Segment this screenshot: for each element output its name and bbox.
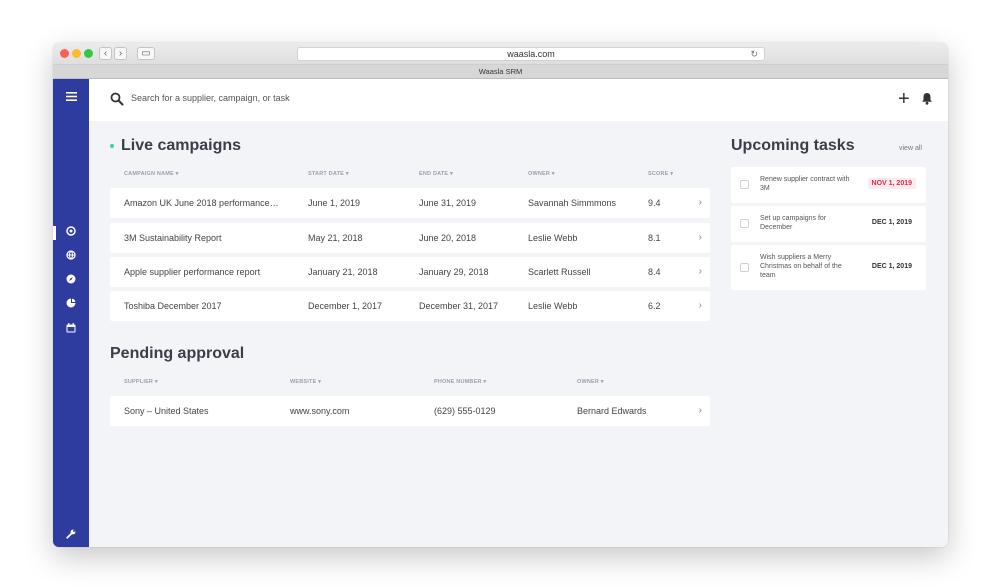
chevron-right-icon[interactable]: › (699, 405, 702, 416)
add-icon[interactable]: + (898, 89, 912, 109)
forward-icon[interactable]: › (114, 47, 127, 60)
campaign-name: Amazon UK June 2018 performance… (124, 198, 279, 208)
end-date: December 31, 2017 (419, 301, 499, 311)
search-input[interactable]: Search for a supplier, campaign, or task (131, 93, 290, 103)
minimize-dot[interactable] (72, 49, 81, 58)
task-item[interactable]: Renew supplier contract with 3M NOV 1, 2… (731, 167, 926, 203)
owner: Leslie Webb (528, 301, 578, 311)
task-text: Set up campaigns for December (760, 215, 827, 231)
task-due-date: NOV 1, 2019 (867, 178, 916, 189)
chevron-right-icon[interactable]: › (699, 232, 702, 243)
owner: Savannah Simmmons (528, 198, 617, 208)
start-date: December 1, 2017 (308, 301, 383, 311)
score: 6.2 (648, 301, 661, 311)
top-bar: Search for a supplier, campaign, or task… (89, 79, 948, 121)
browser-titlebar: ‹ › ▭ waasla.com ↻ (53, 43, 948, 65)
owner: Scarlett Russell (528, 267, 591, 277)
phone-number: (629) 555-0129 (434, 406, 496, 416)
live-indicator (110, 144, 114, 148)
app-sidebar (53, 79, 89, 547)
wrench-icon[interactable] (63, 528, 79, 544)
task-checkbox[interactable] (740, 219, 749, 228)
table-row[interactable]: Amazon UK June 2018 performance… June 1,… (110, 188, 710, 218)
bell-icon[interactable] (921, 92, 935, 106)
menu-icon[interactable] (63, 90, 79, 106)
chevron-right-icon[interactable]: › (699, 266, 702, 277)
end-date: June 31, 2019 (419, 198, 477, 208)
task-due-date: DEC 1, 2019 (871, 263, 912, 270)
end-date: January 29, 2018 (419, 267, 489, 277)
pending-approval-title: Pending approval (110, 345, 245, 362)
active-indicator (53, 226, 56, 240)
supplier: Sony – United States (124, 406, 209, 416)
address-bar[interactable]: waasla.com ↻ (297, 47, 765, 61)
score: 8.1 (648, 233, 661, 243)
column-header-end-date[interactable]: END DATE ▾ (419, 171, 453, 177)
task-text: Renew supplier contract with 3M (760, 176, 850, 192)
table-row[interactable]: Toshiba December 2017 December 1, 2017 D… (110, 291, 710, 321)
table-row[interactable]: 3M Sustainability Report May 21, 2018 Ju… (110, 223, 710, 253)
task-item[interactable]: Set up campaigns for December DEC 1, 201… (731, 206, 926, 242)
calendar-icon[interactable] (63, 322, 79, 338)
column-header-website[interactable]: WEBSITE ▾ (290, 379, 321, 385)
compass-icon[interactable] (63, 273, 79, 289)
pie-chart-icon[interactable] (63, 297, 79, 313)
task-item[interactable]: Wish suppliers a Merry Christmas on beha… (731, 245, 926, 290)
live-campaigns-title: Live campaigns (121, 137, 242, 154)
owner: Bernard Edwards (577, 406, 647, 416)
score: 8.4 (648, 267, 661, 277)
owner: Leslie Webb (528, 233, 578, 243)
column-header-owner[interactable]: OWNER ▾ (528, 171, 555, 177)
back-icon[interactable]: ‹ (99, 47, 112, 60)
sidebar-toggle-icon[interactable]: ▭ (137, 47, 155, 60)
start-date: June 1, 2019 (308, 198, 361, 208)
website: www.sony.com (290, 406, 350, 416)
column-header-score[interactable]: SCORE ▾ (648, 171, 673, 177)
column-header-phone-number[interactable]: PHONE NUMBER ▾ (434, 379, 486, 385)
end-date: June 20, 2018 (419, 233, 477, 243)
column-header-start-date[interactable]: START DATE ▾ (308, 171, 349, 177)
close-dot[interactable] (60, 49, 69, 58)
url-text: waasla.com (507, 49, 555, 59)
column-header-supplier[interactable]: SUPPLIER ▾ (124, 379, 158, 385)
table-row[interactable]: Sony – United States www.sony.com (629) … (110, 396, 710, 426)
browser-window: ‹ › ▭ waasla.com ↻ Waasla SRM Search for… (53, 43, 948, 547)
start-date: May 21, 2018 (308, 233, 363, 243)
view-all-link[interactable]: view all (899, 145, 922, 152)
column-header-campaign-name[interactable]: CAMPAIGN NAME ▾ (124, 171, 179, 177)
start-date: January 21, 2018 (308, 267, 378, 277)
task-due-date: DEC 1, 2019 (871, 219, 912, 226)
task-checkbox[interactable] (740, 180, 749, 189)
chevron-right-icon[interactable]: › (699, 300, 702, 311)
search-icon[interactable] (110, 92, 126, 108)
globe-icon[interactable] (63, 249, 79, 265)
task-text: Wish suppliers a Merry Christmas on beha… (760, 254, 842, 279)
campaign-name: Toshiba December 2017 (124, 301, 222, 311)
reload-icon[interactable]: ↻ (750, 48, 758, 60)
zoom-dot[interactable] (84, 49, 93, 58)
table-row[interactable]: Apple supplier performance report Januar… (110, 257, 710, 287)
column-header-owner[interactable]: OWNER ▾ (577, 379, 604, 385)
score: 9.4 (648, 198, 661, 208)
target-icon[interactable] (63, 225, 79, 241)
campaign-name: 3M Sustainability Report (124, 233, 222, 243)
campaign-name: Apple supplier performance report (124, 267, 261, 277)
tab-title: Waasla SRM (53, 65, 948, 79)
chevron-right-icon[interactable]: › (699, 197, 702, 208)
task-checkbox[interactable] (740, 263, 749, 272)
upcoming-tasks-title: Upcoming tasks (731, 137, 855, 154)
